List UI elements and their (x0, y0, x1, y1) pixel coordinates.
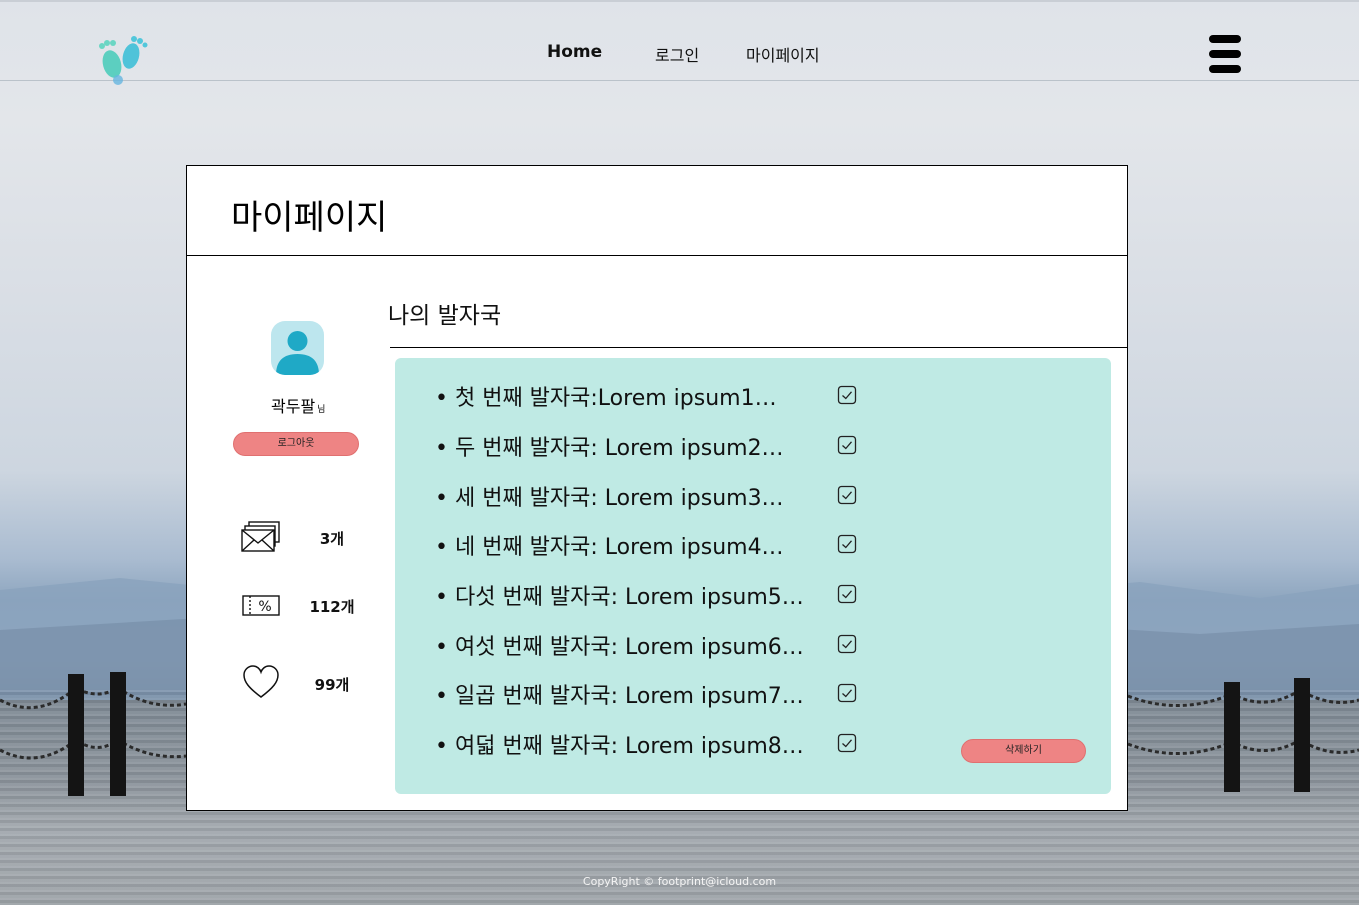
footprint-item-text[interactable]: • 여덟 번째 발자국: Lorem ipsum8… (435, 728, 804, 760)
list-item[interactable]: • 두 번째 발자국: Lorem ipsum2… (435, 430, 1175, 462)
hamburger-menu-icon[interactable] (1207, 33, 1243, 75)
footprint-item-text[interactable]: • 첫 번째 발자국:Lorem ipsum1… (435, 380, 777, 412)
footprint-item-text[interactable]: • 다섯 번째 발자국: Lorem ipsum5… (435, 579, 804, 611)
nav-login-link[interactable]: 로그인 (655, 42, 699, 66)
list-item[interactable]: • 다섯 번째 발자국: Lorem ipsum5… (435, 579, 1175, 611)
card-header: 마이페이지 (187, 166, 1127, 256)
user-name: 곽두팔 님 (271, 393, 325, 417)
list-item[interactable]: • 세 번째 발자국: Lorem ipsum3… (435, 480, 1175, 512)
checkbox-checked-icon[interactable] (837, 435, 857, 455)
mypage-card: 마이페이지 곽두팔 님 로그아웃 3개 % 112개 99개 나의 발자국 • … (186, 165, 1128, 811)
mail-icon[interactable] (241, 520, 281, 556)
section-divider (390, 347, 1128, 348)
main-nav: Home 로그인 마이페이지 (0, 42, 1359, 66)
heart-count: 99개 (314, 676, 350, 694)
footprints-title: 나의 발자국 (388, 303, 502, 329)
top-navbar: Home 로그인 마이페이지 (0, 0, 1359, 85)
footprint-item-text[interactable]: • 세 번째 발자국: Lorem ipsum3… (435, 480, 784, 512)
logout-button[interactable]: 로그아웃 (233, 432, 359, 456)
heart-icon[interactable] (241, 664, 281, 700)
checkbox-checked-icon[interactable] (837, 683, 857, 703)
svg-text:%: % (258, 599, 271, 615)
coupon-icon[interactable]: % (241, 592, 281, 628)
avatar (271, 321, 324, 375)
list-item[interactable]: • 여섯 번째 발자국: Lorem ipsum6… (435, 629, 1175, 661)
nav-mypage-link[interactable]: 마이페이지 (746, 42, 820, 66)
checkbox-checked-icon[interactable] (837, 584, 857, 604)
coupon-count: 112개 (309, 598, 355, 616)
mail-count: 3개 (319, 530, 345, 548)
footer-copyright: CopyRight © footprint@icloud.com (582, 875, 777, 888)
list-item[interactable]: • 일곱 번째 발자국: Lorem ipsum7… (435, 678, 1175, 710)
user-name-suffix: 님 (317, 405, 326, 415)
footprint-list: • 첫 번째 발자국:Lorem ipsum1… • 두 번째 발자국: Lore… (395, 358, 1111, 794)
delete-button[interactable]: 삭제하기 (961, 739, 1086, 763)
nav-home-link[interactable]: Home (547, 42, 602, 62)
list-item[interactable]: • 첫 번째 발자국:Lorem ipsum1… (435, 380, 1175, 412)
footprint-item-text[interactable]: • 일곱 번째 발자국: Lorem ipsum7… (435, 678, 804, 710)
checkbox-checked-icon[interactable] (837, 485, 857, 505)
user-name-text: 곽두팔 (271, 397, 316, 416)
footprint-item-text[interactable]: • 여섯 번째 발자국: Lorem ipsum6… (435, 629, 804, 661)
checkbox-checked-icon[interactable] (837, 385, 857, 405)
checkbox-checked-icon[interactable] (837, 733, 857, 753)
checkbox-checked-icon[interactable] (837, 534, 857, 554)
list-item[interactable]: • 네 번째 발자국: Lorem ipsum4… (435, 529, 1175, 561)
footprint-item-text[interactable]: • 네 번째 발자국: Lorem ipsum4… (435, 529, 784, 561)
page-title: 마이페이지 (231, 198, 388, 238)
user-avatar-icon (276, 331, 319, 375)
footprint-item-text[interactable]: • 두 번째 발자국: Lorem ipsum2… (435, 430, 784, 462)
checkbox-checked-icon[interactable] (837, 634, 857, 654)
